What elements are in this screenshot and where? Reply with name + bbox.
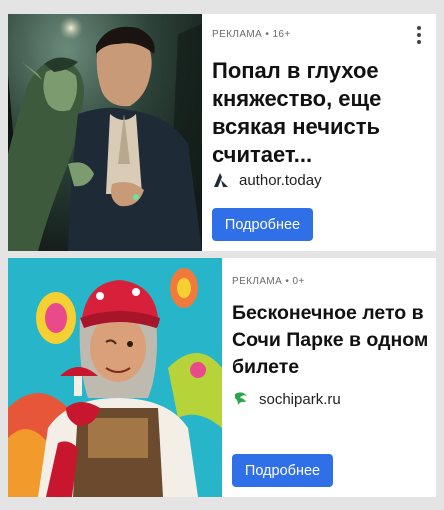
more-options-icon[interactable] bbox=[410, 23, 428, 47]
ad-image[interactable] bbox=[8, 258, 222, 497]
details-button[interactable]: Подробнее bbox=[212, 208, 313, 241]
fantasy-book-cover-image bbox=[8, 14, 202, 251]
ad-headline[interactable]: Бесконечное лето в Сочи Парке в одном би… bbox=[232, 300, 430, 381]
ad-card[interactable]: РЕКЛАМА • 16+ Попал в глухое княжество, … bbox=[8, 14, 436, 251]
details-button[interactable]: Подробнее bbox=[232, 454, 333, 487]
ad-domain[interactable]: author.today bbox=[212, 171, 322, 189]
baba-yaga-character-image bbox=[8, 258, 222, 497]
ad-headline[interactable]: Попал в глухое княжество, еще всякая неч… bbox=[212, 57, 430, 169]
ad-domain-text: author.today bbox=[239, 171, 322, 189]
ad-domain[interactable]: sochipark.ru bbox=[232, 390, 341, 408]
sochipark-logo-icon bbox=[235, 392, 247, 405]
ad-domain-text: sochipark.ru bbox=[259, 390, 341, 408]
ad-card[interactable]: РЕКЛАМА • 0+ Бесконечное лето в Сочи Пар… bbox=[8, 258, 436, 497]
author-today-logo-icon bbox=[214, 173, 228, 187]
ad-label: РЕКЛАМА • 0+ bbox=[232, 276, 305, 287]
ad-label: РЕКЛАМА • 16+ bbox=[212, 29, 291, 40]
ad-image[interactable] bbox=[8, 14, 202, 251]
